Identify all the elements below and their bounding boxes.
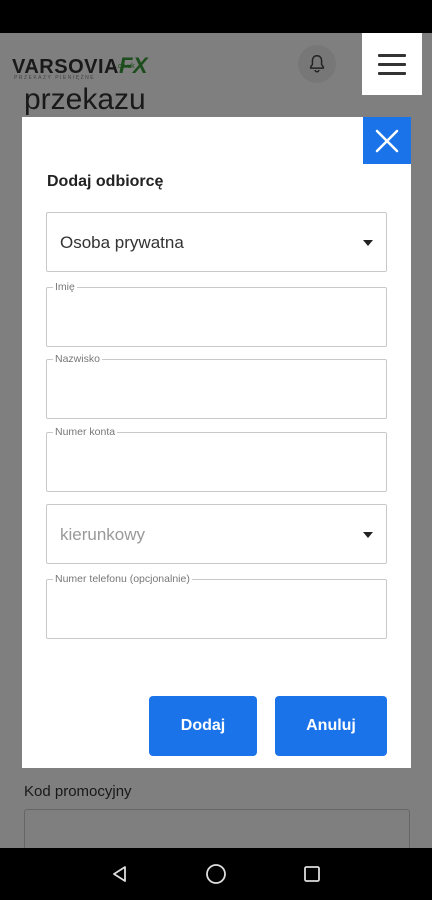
chevron-down-icon [363, 532, 373, 538]
recents-button[interactable] [300, 862, 324, 886]
modal-title: Dodaj odbiorcę [47, 173, 164, 190]
system-navigation-bar [0, 848, 432, 900]
add-button[interactable]: Dodaj [149, 696, 257, 756]
hamburger-menu-icon [378, 53, 406, 57]
first-name-field[interactable]: Imię [46, 281, 387, 347]
recipient-type-select[interactable]: Osoba prywatna [46, 212, 387, 272]
account-number-field[interactable]: Numer konta [46, 426, 387, 492]
chevron-down-icon [363, 240, 373, 246]
back-triangle-icon [113, 866, 126, 882]
back-button[interactable] [108, 862, 132, 886]
phone-field[interactable]: Numer telefonu (opcjonalnie) [46, 573, 387, 639]
home-button[interactable] [204, 862, 228, 886]
last-name-field[interactable]: Nazwisko [46, 353, 387, 419]
status-bar [0, 0, 432, 33]
app-screen: VARSOVIAFX .co.uk PRZEKAZY PIENIĘŻNE prz… [0, 33, 432, 848]
close-button[interactable] [363, 117, 411, 164]
phone-input[interactable] [47, 580, 386, 638]
menu-button[interactable] [362, 33, 422, 95]
recipient-type-value: Osoba prywatna [60, 233, 184, 252]
country-code-placeholder: kierunkowy [60, 525, 146, 544]
hamburger-menu-icon [378, 71, 406, 75]
add-recipient-modal: Dodaj odbiorcę Osoba prywatna Imię Nazwi… [22, 117, 411, 768]
account-number-input[interactable] [47, 433, 386, 491]
first-name-input[interactable] [47, 288, 386, 346]
cancel-button[interactable]: Anuluj [275, 696, 387, 756]
recents-square-icon [304, 866, 320, 882]
close-icon [375, 129, 399, 152]
home-circle-icon [206, 864, 226, 884]
last-name-input[interactable] [47, 360, 386, 418]
hamburger-menu-icon [378, 62, 406, 66]
country-code-select[interactable]: kierunkowy [46, 504, 387, 564]
